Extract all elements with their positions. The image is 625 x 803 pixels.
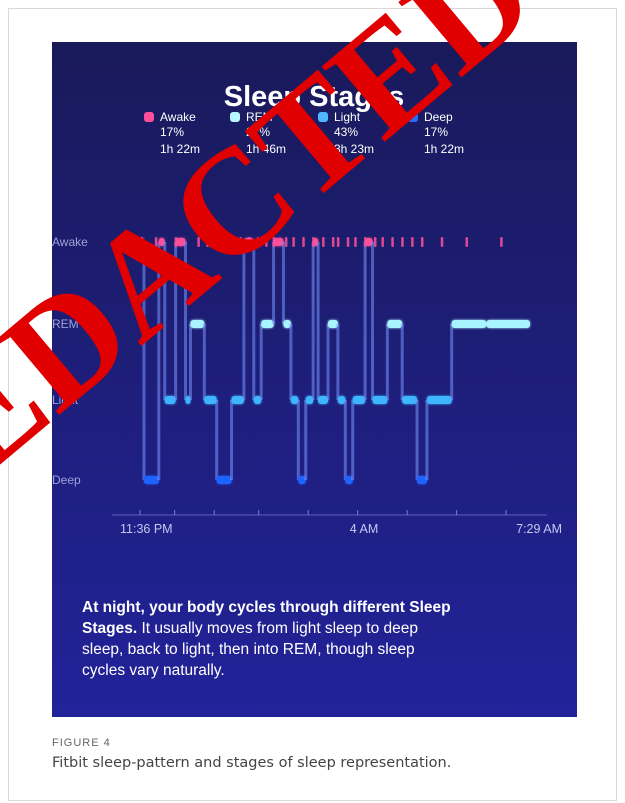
awake-marker xyxy=(346,237,350,247)
legend-swatch xyxy=(408,112,418,122)
legend-label: Deep xyxy=(424,110,453,124)
x-tick-label: 7:29 AM xyxy=(516,522,562,536)
awake-marker xyxy=(247,237,251,247)
segment-rem xyxy=(190,320,205,328)
awake-marker xyxy=(401,237,404,247)
awake-marker xyxy=(322,237,325,247)
y-label-deep: Deep xyxy=(52,473,81,487)
awake-marker xyxy=(140,237,143,247)
segment-rem xyxy=(261,320,274,328)
awake-marker xyxy=(331,237,335,247)
legend-swatch xyxy=(144,112,154,122)
awake-marker xyxy=(440,237,444,247)
legend-duration: 3h 23m xyxy=(334,142,374,156)
chart-title: Sleep Stages xyxy=(224,81,405,113)
legend-duration: 1h 22m xyxy=(160,142,200,156)
awake-marker xyxy=(265,237,268,247)
legend-label: REM xyxy=(246,110,273,124)
legend-label: Light xyxy=(334,110,361,124)
awake-marker xyxy=(206,237,209,247)
legend-percent: 43% xyxy=(334,125,358,139)
legend-swatch xyxy=(230,112,240,122)
x-tick-label: 4 AM xyxy=(350,522,379,536)
awake-marker xyxy=(215,237,219,247)
awake-marker xyxy=(235,237,238,247)
awake-marker xyxy=(381,237,384,247)
awake-marker xyxy=(174,237,178,247)
figure-label: FIGURE 4 xyxy=(52,737,111,749)
awake-marker xyxy=(302,237,305,247)
awake-marker xyxy=(373,237,377,247)
segment-light xyxy=(231,396,244,404)
segment-rem xyxy=(387,320,403,328)
awake-marker xyxy=(292,237,295,247)
awake-marker xyxy=(154,237,158,247)
awake-marker xyxy=(312,237,315,247)
segment-rem xyxy=(451,320,487,328)
legend-percent: 22% xyxy=(246,125,270,139)
legend-duration: 1h 46m xyxy=(246,142,286,156)
x-tick-label: 11:36 PM xyxy=(120,522,173,536)
segment-light xyxy=(426,396,452,404)
awake-marker xyxy=(336,237,340,247)
awake-marker xyxy=(272,237,276,247)
segment-rem xyxy=(486,320,530,328)
awake-marker xyxy=(239,237,242,247)
segment-light xyxy=(164,396,176,404)
awake-marker xyxy=(465,237,469,247)
sleep-stages-figure: Sleep Stages Awake 17% 1h 22m REM 22% 1h 46m L… xyxy=(52,42,577,717)
segment-light xyxy=(402,396,418,404)
awake-marker xyxy=(354,237,357,247)
awake-marker xyxy=(256,237,260,247)
legend-label: Awake xyxy=(160,110,196,124)
y-label-rem: REM xyxy=(52,317,79,331)
y-label-awake: Awake xyxy=(52,235,88,249)
awake-marker xyxy=(197,237,200,247)
segment-deep xyxy=(216,476,232,484)
awake-marker xyxy=(222,237,225,247)
awake-marker xyxy=(364,237,367,247)
legend-percent: 17% xyxy=(160,125,184,139)
segment-light xyxy=(372,396,388,404)
segment-light xyxy=(352,396,366,404)
awake-marker xyxy=(411,237,414,247)
y-label-light: Light xyxy=(52,393,79,407)
awake-marker xyxy=(500,237,503,247)
awake-marker xyxy=(284,237,288,247)
figure-caption: Fitbit sleep-pattern and stages of sleep… xyxy=(52,755,452,771)
sleep-stages-chart: Sleep Stages Awake17%1h 22mREM22%1h 46mL… xyxy=(52,42,577,717)
legend-percent: 17% xyxy=(424,125,448,139)
legend-swatch xyxy=(318,112,328,122)
segment-light xyxy=(204,396,217,404)
legend-duration: 1h 22m xyxy=(424,142,464,156)
awake-marker xyxy=(420,237,424,247)
awake-marker xyxy=(391,237,394,247)
segment-deep xyxy=(143,476,159,484)
